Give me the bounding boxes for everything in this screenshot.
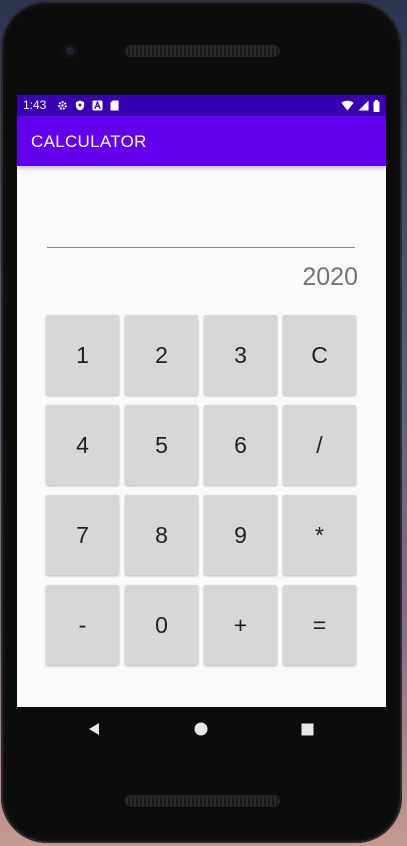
bottom-speaker (126, 796, 279, 806)
equals-button[interactable]: = (283, 585, 356, 665)
key-7-button[interactable]: 7 (46, 495, 119, 575)
shield-icon (75, 100, 85, 111)
key-0-button[interactable]: 0 (125, 585, 198, 665)
key-6-button[interactable]: 6 (204, 405, 277, 485)
result-display: 2020 (302, 263, 358, 291)
earpiece-speaker (126, 46, 279, 56)
key-3-button[interactable]: 3 (204, 315, 277, 395)
key-8-button[interactable]: 8 (125, 495, 198, 575)
signal-icon (358, 100, 369, 111)
app-bar: CALCULATOR (17, 116, 386, 166)
status-time: 1:43 (23, 98, 47, 112)
add-button[interactable]: + (204, 585, 277, 665)
device-screen: 1:43 CALCULATOR 2020 1 2 3 C 4 5 6 / 7 8… (17, 95, 386, 707)
multiply-button[interactable]: * (283, 495, 356, 575)
key-9-button[interactable]: 9 (204, 495, 277, 575)
status-bar: 1:43 (17, 95, 386, 116)
app-title: CALCULATOR (31, 132, 147, 151)
clear-button[interactable]: C (283, 315, 356, 395)
navigation-bar (17, 707, 386, 751)
divide-button[interactable]: / (283, 405, 356, 485)
key-4-button[interactable]: 4 (46, 405, 119, 485)
expression-input[interactable] (47, 247, 355, 248)
back-icon[interactable] (86, 721, 102, 737)
wifi-icon (341, 100, 354, 111)
key-2-button[interactable]: 2 (125, 315, 198, 395)
front-camera (63, 44, 77, 58)
settings-icon (57, 100, 68, 111)
subtract-button[interactable]: - (46, 585, 119, 665)
battery-icon (373, 99, 380, 112)
recents-icon[interactable] (299, 721, 315, 737)
a-icon (92, 100, 103, 111)
key-1-button[interactable]: 1 (46, 315, 119, 395)
status-notification-icons (57, 99, 119, 112)
key-5-button[interactable]: 5 (125, 405, 198, 485)
sd-card-icon (110, 100, 119, 111)
status-system-icons (341, 99, 380, 112)
keypad: 1 2 3 C 4 5 6 / 7 8 9 * - 0 + = (46, 315, 357, 665)
home-icon[interactable] (193, 721, 209, 737)
